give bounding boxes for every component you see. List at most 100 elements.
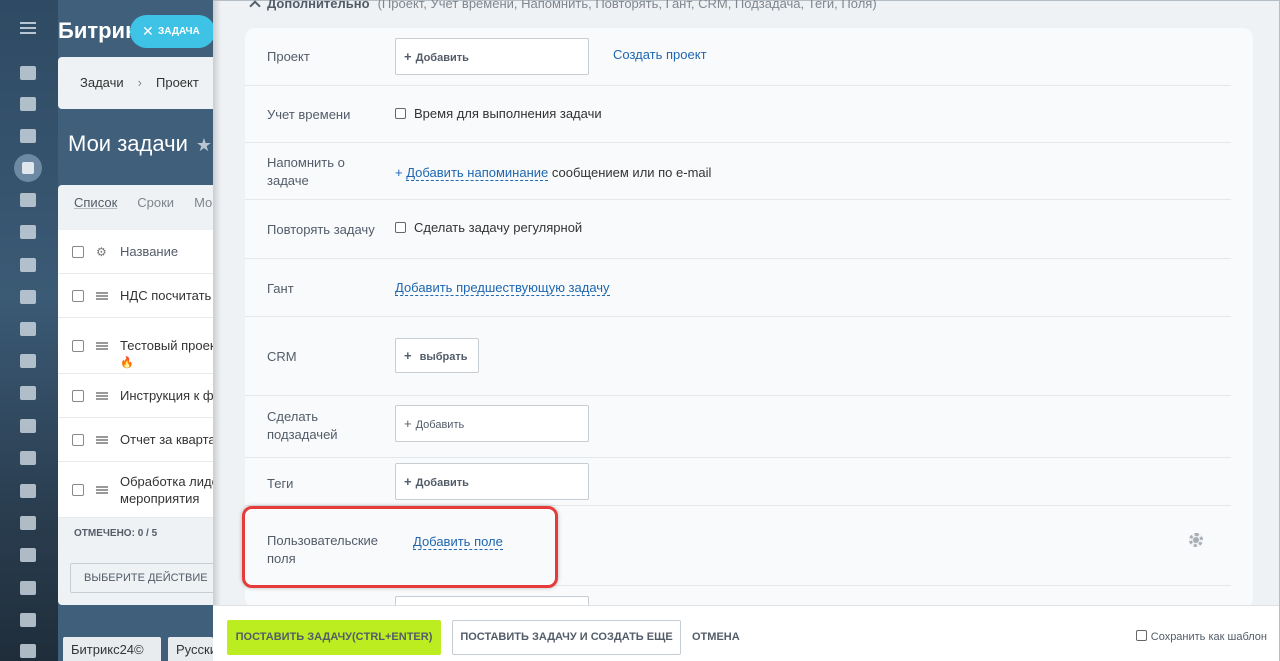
cancel-button[interactable]: ОТМЕНА xyxy=(692,620,740,655)
table-row[interactable]: Инструкция к ф xyxy=(58,374,218,418)
breadcrumb-project[interactable]: Проект xyxy=(156,75,199,90)
tab-deadlines[interactable]: Сроки xyxy=(137,195,174,210)
task-title[interactable]: НДС посчитать xyxy=(120,288,211,303)
new-task-pill[interactable]: ✕ ЗАДАЧА xyxy=(130,15,215,48)
plus-icon: + xyxy=(404,416,412,431)
checkbox-box[interactable] xyxy=(395,108,406,119)
additional-section-header[interactable]: Дополнительно (Проект, Учет времени, Напо… xyxy=(249,0,877,12)
box-icon[interactable] xyxy=(20,581,36,595)
breadcrumb-tasks[interactable]: Задачи xyxy=(80,75,124,90)
field-row-crm: CRM + выбрать xyxy=(245,317,1231,396)
table-row[interactable]: Тестовый проект 🔥 xyxy=(58,318,218,374)
drag-handle-icon[interactable] xyxy=(96,435,108,444)
shop-cart-icon[interactable] xyxy=(20,484,36,498)
drag-handle-icon[interactable] xyxy=(96,391,108,400)
field-row-time: Учет времени Время для выполнения задачи xyxy=(245,86,1231,143)
drive-icon[interactable] xyxy=(20,258,36,272)
task-title-line2: мероприятия xyxy=(120,490,200,506)
calendar-icon[interactable] xyxy=(20,193,36,207)
time-tracking-checkbox[interactable]: Время для выполнения задачи xyxy=(395,106,602,121)
column-title[interactable]: Название xyxy=(120,244,178,259)
contact-card-icon[interactable] xyxy=(20,516,36,530)
add-reminder-link[interactable]: Добавить напоминание xyxy=(406,165,549,181)
field-label-line2: подзадачей xyxy=(267,427,338,442)
highlight-frame xyxy=(242,506,558,588)
row-checkbox[interactable] xyxy=(72,483,84,496)
project-select[interactable]: + Добавить xyxy=(395,38,589,75)
repeat-checkbox[interactable]: Сделать задачу регулярной xyxy=(395,220,582,235)
field-label: Напомнить о задаче xyxy=(267,154,345,190)
drag-handle-icon[interactable] xyxy=(96,341,108,350)
menu-hamburger-icon[interactable] xyxy=(20,22,36,34)
task-title[interactable]: Обработка лидо мероприятия xyxy=(120,473,218,507)
messages-icon[interactable] xyxy=(20,97,36,111)
row-checkbox[interactable] xyxy=(72,433,84,446)
remind-plus[interactable]: + xyxy=(395,165,403,180)
crm-select-button[interactable]: + выбрать xyxy=(395,338,479,373)
gear-icon[interactable] xyxy=(1189,533,1203,547)
employees-icon[interactable] xyxy=(20,322,36,336)
select-all-checkbox[interactable] xyxy=(72,245,84,258)
tasks-icon[interactable] xyxy=(14,154,42,182)
project-select-label: Добавить xyxy=(415,52,469,64)
table-header: ⚙ Название xyxy=(58,230,218,274)
m-logo-icon[interactable] xyxy=(20,613,36,627)
section-title[interactable]: Дополнительно xyxy=(267,0,370,11)
robot-icon[interactable] xyxy=(20,548,36,562)
left-icon-rail xyxy=(0,0,58,661)
row-checkbox[interactable] xyxy=(72,289,84,302)
checkbox-label: Сделать задачу регулярной xyxy=(414,220,583,235)
field-row-project: Проект + Добавить Создать проект xyxy=(245,28,1231,86)
drag-handle-icon[interactable] xyxy=(96,485,108,494)
checkbox-box[interactable] xyxy=(395,222,406,233)
submit-task-button[interactable]: ПОСТАВИТЬ ЗАДАЧУ(CTRL+ENTER) xyxy=(227,620,441,655)
parent-task-select[interactable]: + Добавить xyxy=(395,405,589,442)
selected-count: ОТМЕЧЕНО: 0 / 5 xyxy=(74,528,158,539)
language-select[interactable]: Русский xyxy=(168,637,213,661)
gear-icon[interactable]: ⚙ xyxy=(96,245,107,259)
task-title[interactable]: Тестовый проект xyxy=(120,338,218,353)
field-row-remind: Напомнить о задаче + Добавить напоминание… xyxy=(245,143,1231,200)
save-as-template-checkbox[interactable]: Сохранить как шаблон xyxy=(1135,630,1267,643)
task-title[interactable]: Отчет за кварта xyxy=(120,432,216,447)
drag-handle-icon[interactable] xyxy=(96,291,108,300)
star-icon[interactable]: ★ xyxy=(196,135,212,155)
sign-icon[interactable] xyxy=(20,354,36,368)
live-feed-icon[interactable] xyxy=(20,66,36,80)
row-checkbox[interactable] xyxy=(72,339,84,352)
documents-icon[interactable] xyxy=(20,225,36,239)
filter-icon[interactable] xyxy=(20,386,36,400)
field-label-line2: задаче xyxy=(267,173,309,188)
bitrix24-logo[interactable]: Битрикс24© xyxy=(63,637,161,661)
target-icon[interactable] xyxy=(20,451,36,465)
table-row[interactable]: Отчет за кварта xyxy=(58,418,218,462)
row-checkbox[interactable] xyxy=(72,389,84,402)
chat-icon[interactable] xyxy=(20,129,36,143)
new-task-pill-label: ЗАДАЧА xyxy=(158,26,200,37)
parent-task-label: Добавить xyxy=(415,419,465,431)
tags-select[interactable]: + Добавить xyxy=(395,463,589,500)
field-label: Теги xyxy=(267,476,294,491)
code-icon[interactable] xyxy=(20,644,36,658)
submit-and-create-button[interactable]: ПОСТАВИТЬ ЗАДАЧУ И СОЗДАТЬ ЕЩЕ xyxy=(452,620,681,655)
task-title[interactable]: Инструкция к ф xyxy=(120,388,214,403)
field-row-repeat: Повторять задачу Сделать задачу регулярн… xyxy=(245,200,1231,259)
close-icon[interactable]: ✕ xyxy=(142,15,154,48)
create-project-link[interactable]: Создать проект xyxy=(613,47,707,62)
table-row[interactable]: НДС посчитать xyxy=(58,274,218,318)
breadcrumb: Задачи › Проект xyxy=(58,57,218,109)
tab-list[interactable]: Список xyxy=(74,195,117,210)
table-row[interactable]: Обработка лидо мероприятия xyxy=(58,462,218,518)
mail-icon[interactable] xyxy=(20,290,36,304)
field-label: Учет времени xyxy=(267,107,351,122)
checkbox-box[interactable] xyxy=(1135,630,1147,641)
task-title-line1: Обработка лидо xyxy=(120,473,218,489)
field-label: Проект xyxy=(267,49,310,64)
company-icon[interactable] xyxy=(20,419,36,433)
action-select[interactable]: ВЫБЕРИТЕ ДЕЙСТВИЕ xyxy=(70,563,218,593)
field-label: Повторять задачу xyxy=(267,222,375,237)
add-predecessor-link[interactable]: Добавить предшествующую задачу xyxy=(395,280,610,296)
tab-more[interactable]: Мо xyxy=(194,195,212,210)
page-title-text: Мои задачи xyxy=(68,131,188,156)
chevron-up-icon[interactable] xyxy=(249,0,261,12)
